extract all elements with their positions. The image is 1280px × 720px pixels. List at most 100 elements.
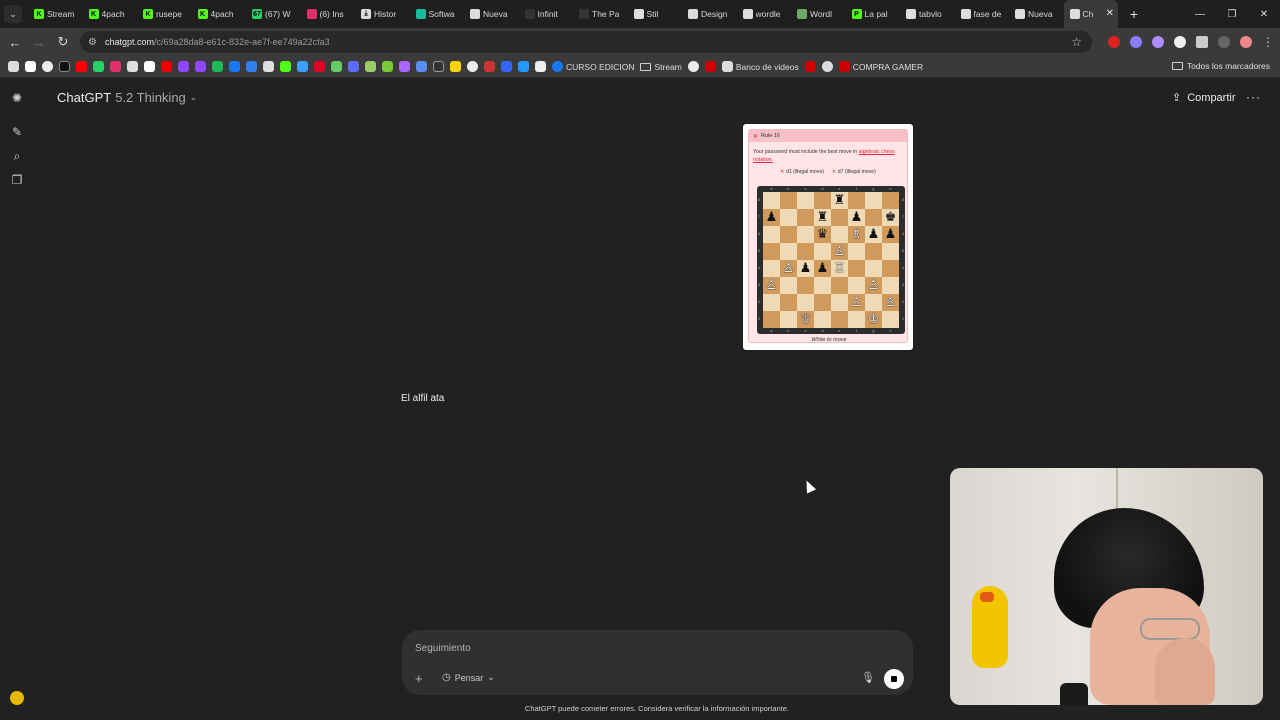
microphone-icon[interactable]: 🎙: [861, 671, 875, 684]
more-options-icon[interactable]: ···: [1246, 90, 1261, 104]
think-mode-button[interactable]: ◷ Pensar ⌄: [438, 670, 499, 685]
bookmark-icon[interactable]: [365, 61, 376, 72]
browser-tab[interactable]: Design: [682, 0, 737, 28]
browser-tab[interactable]: 67 (67) W: [246, 0, 301, 28]
board-square: [882, 277, 899, 294]
bookmark-icon[interactable]: [535, 61, 546, 72]
openai-logo-icon[interactable]: ✺: [10, 91, 24, 105]
url-path: /c/69a28da8-e61c-832e-ae7f-ee749a22cfa3: [154, 37, 330, 47]
browser-tab[interactable]: Stil: [628, 0, 683, 28]
browser-tab[interactable]: Infinit: [519, 0, 574, 28]
browser-tab[interactable]: Wordl: [791, 0, 846, 28]
restore-icon[interactable]: ❐: [1216, 9, 1248, 20]
new-tab-button[interactable]: +: [1124, 6, 1144, 22]
browser-tab[interactable]: The Pa: [573, 0, 628, 28]
bookmark-icon[interactable]: [518, 61, 529, 72]
apps-icon[interactable]: [8, 61, 19, 72]
browser-tab[interactable]: K 4pach: [192, 0, 247, 28]
new-chat-icon[interactable]: ✎: [10, 125, 24, 139]
bookmark-icon[interactable]: [161, 61, 172, 72]
browser-tab[interactable]: Nueva: [1009, 0, 1064, 28]
bookmark-icon[interactable]: [450, 61, 461, 72]
bookmark-icon[interactable]: [467, 61, 478, 72]
browser-tab[interactable]: Ch ✕: [1063, 0, 1118, 28]
close-window-icon[interactable]: ✕: [1248, 9, 1280, 20]
bookmark-icon[interactable]: [399, 61, 410, 72]
youtube-icon[interactable]: [76, 61, 87, 72]
bookmark-star-icon[interactable]: ☆: [1071, 35, 1082, 49]
bookmark-icon[interactable]: [42, 61, 53, 72]
bookmark-icon[interactable]: [127, 61, 138, 72]
search-icon[interactable]: ⌕: [10, 149, 24, 163]
browser-tab[interactable]: fase de: [955, 0, 1010, 28]
bookmark-compra-gamer[interactable]: COMPRA GAMER: [838, 61, 923, 72]
bookmark-icon[interactable]: [416, 61, 427, 72]
twitch-icon[interactable]: [195, 61, 206, 72]
back-icon[interactable]: ←: [3, 35, 27, 50]
facebook-icon[interactable]: [229, 61, 240, 72]
browser-tab[interactable]: wordle: [737, 0, 792, 28]
instagram-icon[interactable]: [110, 61, 121, 72]
browser-tab[interactable]: tabvlo: [900, 0, 955, 28]
stop-generating-button[interactable]: [884, 669, 904, 689]
bookmark-icon[interactable]: [25, 61, 36, 72]
library-icon[interactable]: ❐: [10, 173, 24, 187]
kick-icon[interactable]: [280, 61, 291, 72]
prompt-input[interactable]: Seguimiento: [415, 643, 471, 654]
share-button[interactable]: ⇪ Compartir: [1172, 91, 1236, 105]
bookmark-icon[interactable]: [297, 61, 308, 72]
reload-icon[interactable]: ↻: [51, 34, 75, 50]
bookmark-curso-edicion[interactable]: CURSO EDICION: [552, 61, 634, 72]
minimize-icon[interactable]: —: [1184, 9, 1216, 20]
extension-icon[interactable]: [1108, 36, 1120, 48]
bookmark-icon[interactable]: [331, 61, 342, 72]
browser-tab[interactable]: (6) Ins: [301, 0, 356, 28]
file-label: a: [770, 187, 773, 191]
address-bar[interactable]: ⚙ chatgpt.com /c/69a28da8-e61c-832e-ae7f…: [80, 31, 1092, 53]
browser-tab[interactable]: K 4pach: [83, 0, 138, 28]
browser-tab[interactable]: P La pal: [846, 0, 901, 28]
pinterest-icon[interactable]: [314, 61, 325, 72]
whatsapp-icon[interactable]: [93, 61, 104, 72]
bookmark-icon[interactable]: [382, 61, 393, 72]
bookmark-icon[interactable]: [433, 61, 444, 72]
browser-menu-icon[interactable]: ⋮: [1262, 35, 1274, 49]
browser-tab[interactable]: Krusepe: [137, 0, 192, 28]
user-avatar[interactable]: [10, 691, 24, 705]
extension-icon[interactable]: [1174, 36, 1186, 48]
browser-tab[interactable]: Softwa: [410, 0, 465, 28]
bookmark-icon[interactable]: [821, 61, 833, 72]
model-picker[interactable]: ChatGPT 5.2 Thinking ⌄: [57, 90, 197, 105]
bookmark-icon[interactable]: [704, 61, 716, 72]
bookmark-icon[interactable]: [687, 61, 699, 72]
file-labels: a b c d e f g h: [763, 329, 899, 333]
site-info-icon[interactable]: ⚙: [88, 37, 97, 48]
forward-icon[interactable]: →: [27, 35, 51, 50]
bookmark-icon[interactable]: [804, 61, 816, 72]
bookmark-icon[interactable]: [348, 61, 359, 72]
all-bookmarks-folder[interactable]: Todos los marcadores: [1171, 61, 1270, 71]
browser-tab[interactable]: ⤓ Histor: [355, 0, 410, 28]
x-icon[interactable]: [144, 61, 155, 72]
bookmark-icon[interactable]: [246, 61, 257, 72]
bookmark-stream[interactable]: Stream: [640, 62, 682, 72]
extension-icon[interactable]: [1130, 36, 1142, 48]
bookmark-icon[interactable]: [501, 61, 512, 72]
browser-tab[interactable]: K Stream: [28, 0, 83, 28]
composer[interactable]: Seguimiento + ◷ Pensar ⌄ 🎙: [402, 630, 913, 695]
bookmark-icon[interactable]: [178, 61, 189, 72]
close-tab-icon[interactable]: ✕: [1106, 8, 1114, 19]
browser-tab[interactable]: Nueva: [464, 0, 519, 28]
plus-icon[interactable]: +: [415, 671, 423, 686]
extension-icon[interactable]: [1152, 36, 1164, 48]
spotify-icon[interactable]: [212, 61, 223, 72]
extensions-puzzle-icon[interactable]: [1196, 36, 1208, 48]
board-square: [831, 294, 848, 311]
bookmark-icon[interactable]: [263, 61, 274, 72]
tab-search-button[interactable]: ⌄: [4, 5, 22, 23]
bookmark-banco-de-videos[interactable]: Banco de videos: [721, 61, 799, 72]
bookmark-icon[interactable]: [484, 61, 495, 72]
profile-avatar[interactable]: [1240, 36, 1252, 48]
attached-image[interactable]: ✕ Rule 16 Your password must include the…: [743, 124, 913, 350]
tiktok-icon[interactable]: [59, 61, 70, 72]
